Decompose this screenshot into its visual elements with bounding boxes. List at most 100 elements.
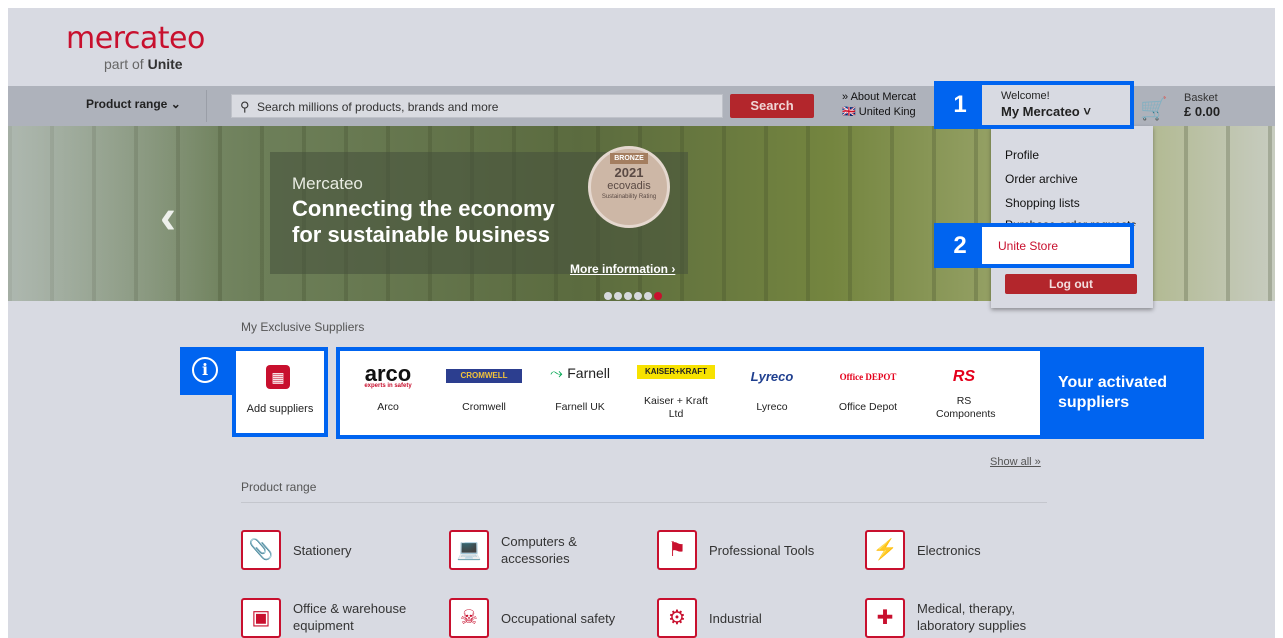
category-label: Professional Tools xyxy=(709,543,815,558)
category-label: Stationery xyxy=(293,543,352,558)
carousel-dot[interactable] xyxy=(614,292,622,300)
carousel-dot[interactable] xyxy=(634,292,642,300)
activated-suppliers-caption: Your activated suppliers xyxy=(1058,374,1168,411)
supplier-name: Cromwell xyxy=(462,401,506,413)
supplier-name: Farnell UK xyxy=(555,401,605,413)
search-button[interactable]: Search xyxy=(730,94,814,118)
logout-button[interactable]: Log out xyxy=(1005,274,1137,294)
cromwell-logo-text: CROMWELL xyxy=(446,369,522,383)
lightning-icon: ⚡ xyxy=(865,530,905,570)
add-suppliers-button[interactable]: ▦ Add suppliers xyxy=(232,347,328,437)
supplier-name: Office Depot xyxy=(838,401,898,413)
menu-item-profile[interactable]: Profile xyxy=(1005,148,1039,162)
my-mercateo-label: My Mercateo ˅ xyxy=(1001,104,1091,119)
account-dropdown: Profile Order archive Shopping lists Pur… xyxy=(991,126,1153,308)
chevron-left-icon[interactable]: ‹ xyxy=(160,190,176,245)
category-stationery[interactable]: 📎 Stationery xyxy=(241,530,441,574)
logo-tagline-brand: Unite xyxy=(147,56,183,72)
gears-icon: ⚙ xyxy=(657,598,697,638)
category-label: Occupational safety xyxy=(501,611,616,626)
category-professional-tools[interactable]: ⚑ Professional Tools xyxy=(657,530,857,574)
carousel-dots xyxy=(604,287,664,301)
category-computers[interactable]: 💻 Computers & accessories xyxy=(449,530,649,574)
add-suppliers-label: Add suppliers xyxy=(246,403,314,415)
chevron-down-icon: ⌄ xyxy=(170,97,181,111)
carousel-dot[interactable] xyxy=(604,292,612,300)
logo-brand: mercateo xyxy=(66,21,205,56)
supplier-arco[interactable]: arco experts in safety Arco xyxy=(340,351,436,435)
safety-icon: ☠ xyxy=(449,598,489,638)
basket-button[interactable]: 🛒 Basket £ 0.00 xyxy=(1140,92,1260,122)
category-medical[interactable]: ✚ Medical, therapy, laboratory supplies xyxy=(865,598,1065,638)
supplier-office-depot[interactable]: Office DEPOT Office Depot xyxy=(820,351,916,435)
lyreco-logo: Lyreco xyxy=(724,365,820,389)
supplier-name: RS Components xyxy=(936,395,996,420)
category-occupational-safety[interactable]: ☠ Occupational safety xyxy=(449,598,649,638)
arco-logo: arco experts in safety xyxy=(340,361,436,390)
tool-icon: ⚑ xyxy=(657,530,697,570)
farnell-mark-icon: ⤳ xyxy=(549,365,563,382)
category-electronics[interactable]: ⚡ Electronics xyxy=(865,530,1065,574)
search-icon: ⚲ xyxy=(240,99,250,114)
mercateo-logo[interactable]: mercateo part of Unite xyxy=(66,21,205,73)
supplier-list: arco experts in safety Arco CROMWELL Cro… xyxy=(340,351,1040,435)
product-range-heading: Product range xyxy=(241,480,317,494)
carousel-dot[interactable] xyxy=(624,292,632,300)
logo-tagline: part of Unite xyxy=(104,56,205,72)
category-label: Computers & accessories xyxy=(501,534,577,566)
product-range-menu[interactable]: Product range ⌄ xyxy=(86,97,181,111)
carousel-dot[interactable] xyxy=(644,292,652,300)
lyreco-logo-text: Lyreco xyxy=(750,369,794,384)
logo-tagline-prefix: part of xyxy=(104,56,148,72)
supplier-kaiser-kraft[interactable]: KAISER+KRAFT Kaiser + Kraft Ltd xyxy=(628,351,724,435)
welcome-label: Welcome! xyxy=(1001,90,1050,102)
country-selector[interactable]: 🇬🇧 United King xyxy=(842,105,916,120)
more-information-link[interactable]: More information › xyxy=(570,262,675,276)
my-mercateo-menu[interactable]: 1 Welcome! My Mercateo ˅ xyxy=(934,81,1134,129)
supplier-rs-components[interactable]: RS RS Components xyxy=(916,351,1012,435)
category-label: Medical, therapy, laboratory supplies xyxy=(917,601,1027,633)
badge-brand: ecovadis xyxy=(607,180,651,192)
badge-level: BRONZE xyxy=(610,153,648,164)
supplier-name: Kaiser + Kraft Ltd xyxy=(644,395,708,420)
supplier-cromwell[interactable]: CROMWELL Cromwell xyxy=(436,351,532,435)
menu-item-shopping-lists[interactable]: Shopping lists xyxy=(1005,196,1080,210)
add-grid-icon: ▦ xyxy=(266,365,290,389)
office-depot-logo-text: Office DEPOT xyxy=(839,372,897,382)
menu-item-order-archive[interactable]: Order archive xyxy=(1005,172,1078,186)
about-mercateo-link[interactable]: » About Mercat xyxy=(842,90,916,105)
unite-store-label: Unite Store xyxy=(998,239,1059,253)
farnell-logo: ⤳ Farnell xyxy=(532,365,628,389)
shopping-cart-icon: 🛒 xyxy=(1140,96,1168,121)
category-industrial[interactable]: ⚙ Industrial xyxy=(657,598,857,638)
supplier-farnell[interactable]: ⤳ Farnell Farnell UK xyxy=(532,351,628,435)
info-badge: i xyxy=(180,347,232,395)
supplier-name: Lyreco xyxy=(756,401,788,413)
suppliers-heading: My Exclusive Suppliers xyxy=(241,320,365,334)
kaiser-kraft-logo-text: KAISER+KRAFT xyxy=(637,365,715,379)
about-link[interactable]: » About Mercat 🇬🇧 United King xyxy=(842,90,916,120)
category-office-warehouse[interactable]: ▣ Office & warehouse equipment xyxy=(241,598,441,638)
activated-suppliers: arco experts in safety Arco CROMWELL Cro… xyxy=(336,347,1204,439)
hero-headline: Connecting the economy for sustainable b… xyxy=(292,196,555,248)
cromwell-logo: CROMWELL xyxy=(436,365,532,389)
show-all-link[interactable]: Show all » xyxy=(990,456,1041,468)
office-depot-logo: Office DEPOT xyxy=(820,365,916,389)
forklift-icon: ▣ xyxy=(241,598,281,638)
search-placeholder: Search millions of products, brands and … xyxy=(257,100,499,114)
info-icon: i xyxy=(192,357,218,383)
product-range-divider xyxy=(241,502,1047,503)
farnell-logo-text: Farnell xyxy=(567,365,611,381)
hero-headline-line-1: Connecting the economy xyxy=(292,196,555,221)
search-input[interactable]: ⚲ Search millions of products, brands an… xyxy=(231,94,723,118)
menu-item-unite-store[interactable]: 2 Unite Store xyxy=(934,223,1134,268)
step-badge-2: 2 xyxy=(938,227,982,264)
hero-headline-line-2: for sustainable business xyxy=(292,222,550,247)
arco-logo-text: arco xyxy=(364,361,412,386)
carousel-dot-active[interactable] xyxy=(654,292,662,300)
basket-label: Basket xyxy=(1184,92,1218,104)
laptop-icon: 💻 xyxy=(449,530,489,570)
arco-logo-sub: experts in safety xyxy=(364,383,412,389)
category-label: Electronics xyxy=(917,543,981,558)
supplier-lyreco[interactable]: Lyreco Lyreco xyxy=(724,351,820,435)
